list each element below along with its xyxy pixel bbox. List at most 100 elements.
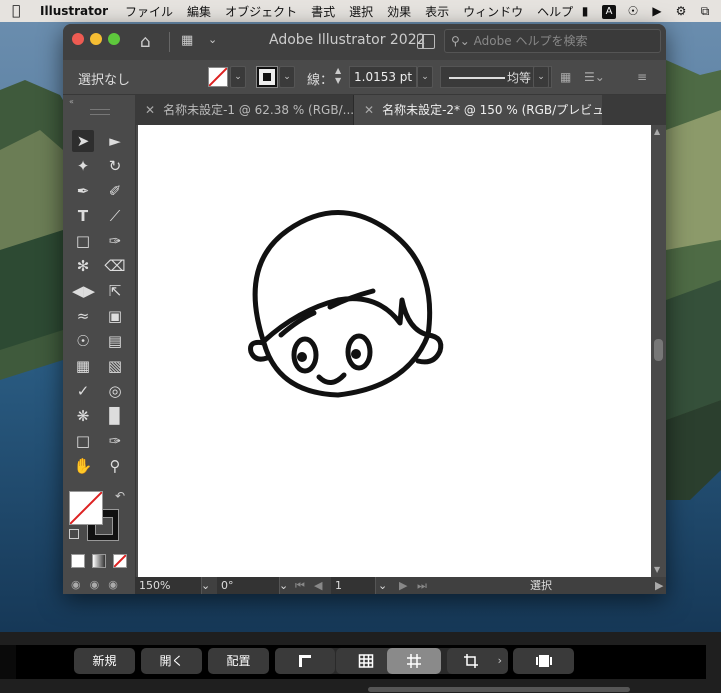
menu-edit[interactable]: 編集	[187, 3, 211, 20]
crop-button[interactable]: ›	[447, 648, 508, 674]
menu-effect[interactable]: 効果	[387, 3, 411, 20]
swap-fill-stroke-icon[interactable]: ↶	[115, 489, 125, 503]
menu-help[interactable]: ヘルプ	[537, 3, 573, 20]
gradient-tool-icon[interactable]: ▧	[104, 355, 126, 377]
fill-color-swatch[interactable]	[69, 491, 103, 525]
direct-selection-tool-icon[interactable]: ►	[104, 130, 126, 152]
rulers-button[interactable]	[275, 648, 335, 674]
presentation-mode-button[interactable]	[513, 648, 574, 674]
gradient-mode-icon[interactable]	[92, 554, 106, 568]
title-bar[interactable]: ⌂ ▦ ⌄ Adobe Illustrator 2022 ⚲⌄ Adobe ヘル…	[63, 24, 666, 60]
help-search-input[interactable]: ⚲⌄ Adobe ヘルプを検索	[444, 29, 661, 53]
zoom-tool-icon[interactable]: ⚲	[104, 455, 126, 477]
menu-window[interactable]: ウィンドウ	[463, 3, 523, 20]
close-tab-icon[interactable]: ✕	[364, 103, 374, 117]
reflect-tool-icon[interactable]: ◀▶	[72, 280, 95, 302]
collapse-tools-icon[interactable]: «	[69, 97, 74, 106]
slice-tool-icon[interactable]: ✑	[104, 430, 126, 452]
zoom-level[interactable]: 150%	[135, 577, 202, 594]
eraser-tool-icon[interactable]: ⌫	[104, 255, 126, 277]
previous-artboard-icon[interactable]: ◀	[314, 577, 322, 594]
workspace-icon[interactable]: ▦	[181, 33, 193, 48]
lasso-tool-icon[interactable]: ↻	[104, 155, 126, 177]
stroke-weight-input[interactable]: 1.0153 pt	[349, 66, 417, 88]
panel-toggle-icon[interactable]	[417, 34, 435, 49]
home-icon[interactable]: ⌂	[140, 32, 151, 52]
eyedropper-tool-icon[interactable]: ✓	[72, 380, 94, 402]
tools-panel-grip[interactable]	[90, 109, 110, 115]
symbol-sprayer-tool-icon[interactable]: ❋	[72, 405, 94, 427]
color-mode-icon[interactable]	[71, 554, 85, 568]
minimize-window-button[interactable]	[90, 33, 102, 45]
stroke-weight-label[interactable]: 線：	[307, 69, 333, 88]
stroke-weight-stepper[interactable]: ▲ ▼	[335, 66, 341, 86]
rectangle-tool-icon[interactable]: □	[72, 230, 94, 252]
place-button[interactable]: 配置	[208, 648, 269, 674]
accessibility-icon[interactable]: ☉	[621, 4, 645, 18]
apple-menu-icon[interactable]: 	[12, 3, 30, 19]
vertical-scrollbar[interactable]: ▲ ▼	[651, 125, 666, 577]
pixel-grid-button[interactable]	[387, 648, 441, 674]
fill-none-swatch[interactable]	[208, 67, 228, 87]
free-transform-tool-icon[interactable]: ▣	[104, 305, 126, 327]
close-tab-icon[interactable]: ✕	[145, 103, 155, 117]
next-artboard-icon[interactable]: ▶	[399, 577, 407, 594]
scale-tool-icon[interactable]: ⇱	[104, 280, 126, 302]
scroll-down-icon[interactable]: ▼	[654, 565, 660, 574]
line-segment-tool-icon[interactable]: ⟋	[104, 205, 126, 227]
menu-type[interactable]: 書式	[311, 3, 335, 20]
touchbar-esc-area[interactable]	[0, 645, 16, 679]
magic-wand-tool-icon[interactable]: ✦	[72, 155, 94, 177]
scroll-thumb[interactable]	[654, 339, 663, 361]
stroke-profile-dropdown-icon[interactable]: ⌄	[533, 66, 549, 88]
workspace-chevron-down-icon[interactable]: ⌄	[208, 33, 217, 46]
menu-file[interactable]: ファイル	[125, 3, 173, 20]
document-tab-2[interactable]: ✕ 名称未設定-2* @ 150 % (RGB/プレビュー)	[354, 95, 602, 125]
artboard-dropdown-icon[interactable]: ⌄	[378, 577, 387, 594]
type-tool-icon[interactable]: T	[72, 205, 94, 227]
menu-view[interactable]: 表示	[425, 3, 449, 20]
width-tool-icon[interactable]: ≈	[72, 305, 94, 327]
play-icon[interactable]: ▶	[645, 4, 669, 18]
status-menu-icon[interactable]: ▶	[655, 577, 663, 594]
perspective-grid-tool-icon[interactable]: ▤	[104, 330, 126, 352]
align-grid-icon[interactable]: ▦	[560, 70, 571, 84]
shaper-tool-icon[interactable]: ✻	[72, 255, 94, 277]
zoom-dropdown-icon[interactable]: ⌄	[201, 577, 210, 594]
open-document-button[interactable]: 開く	[141, 648, 202, 674]
curvature-tool-icon[interactable]: ✐	[104, 180, 126, 202]
column-graph-tool-icon[interactable]: ▉	[104, 405, 126, 427]
fill-dropdown-chevron-icon[interactable]: ⌄	[230, 66, 246, 88]
draw-mode-icons[interactable]: ◉◉◉	[71, 578, 127, 591]
stroke-color-swatch[interactable]	[256, 66, 278, 88]
app-menu[interactable]: Illustrator	[40, 4, 108, 18]
camera-icon[interactable]: ▮	[573, 4, 597, 18]
panel-menu-icon[interactable]: ≡	[637, 70, 647, 84]
new-document-button[interactable]: 新規	[74, 648, 135, 674]
artboard-canvas[interactable]	[138, 125, 651, 577]
pen-tool-icon[interactable]: ✒	[72, 180, 94, 202]
stroke-dropdown-chevron-icon[interactable]: ⌄	[279, 66, 295, 88]
rotation-dropdown-icon[interactable]: ⌄	[279, 577, 288, 594]
last-artboard-icon[interactable]: ⏭	[417, 577, 427, 594]
paintbrush-tool-icon[interactable]: ✑	[104, 230, 126, 252]
align-left-icon[interactable]: ☰⌄	[584, 70, 605, 84]
menu-select[interactable]: 選択	[349, 3, 373, 20]
notification-icon[interactable]: ⚙	[669, 4, 693, 18]
crop-expand-chevron-icon[interactable]: ›	[498, 648, 502, 674]
default-colors-icon[interactable]	[69, 529, 79, 539]
document-tab-1[interactable]: ✕ 名称未設定-1 @ 62.38 % (RGB/...	[135, 95, 354, 125]
window-icon[interactable]: ⧉	[693, 4, 717, 19]
scroll-up-icon[interactable]: ▲	[654, 127, 660, 136]
blend-tool-icon[interactable]: ◎	[104, 380, 126, 402]
selection-tool-icon[interactable]: ➤	[72, 130, 94, 152]
artboard-number[interactable]: 1	[331, 577, 376, 594]
first-artboard-icon[interactable]: ⏮	[295, 577, 305, 594]
rotation-value[interactable]: 0°	[217, 577, 280, 594]
shape-builder-tool-icon[interactable]: ☉	[72, 330, 94, 352]
fullscreen-window-button[interactable]	[108, 33, 120, 45]
stroke-weight-dropdown-icon[interactable]: ⌄	[417, 66, 433, 88]
close-window-button[interactable]	[72, 33, 84, 45]
menu-object[interactable]: オブジェクト	[225, 3, 297, 20]
none-mode-icon[interactable]	[113, 554, 127, 568]
